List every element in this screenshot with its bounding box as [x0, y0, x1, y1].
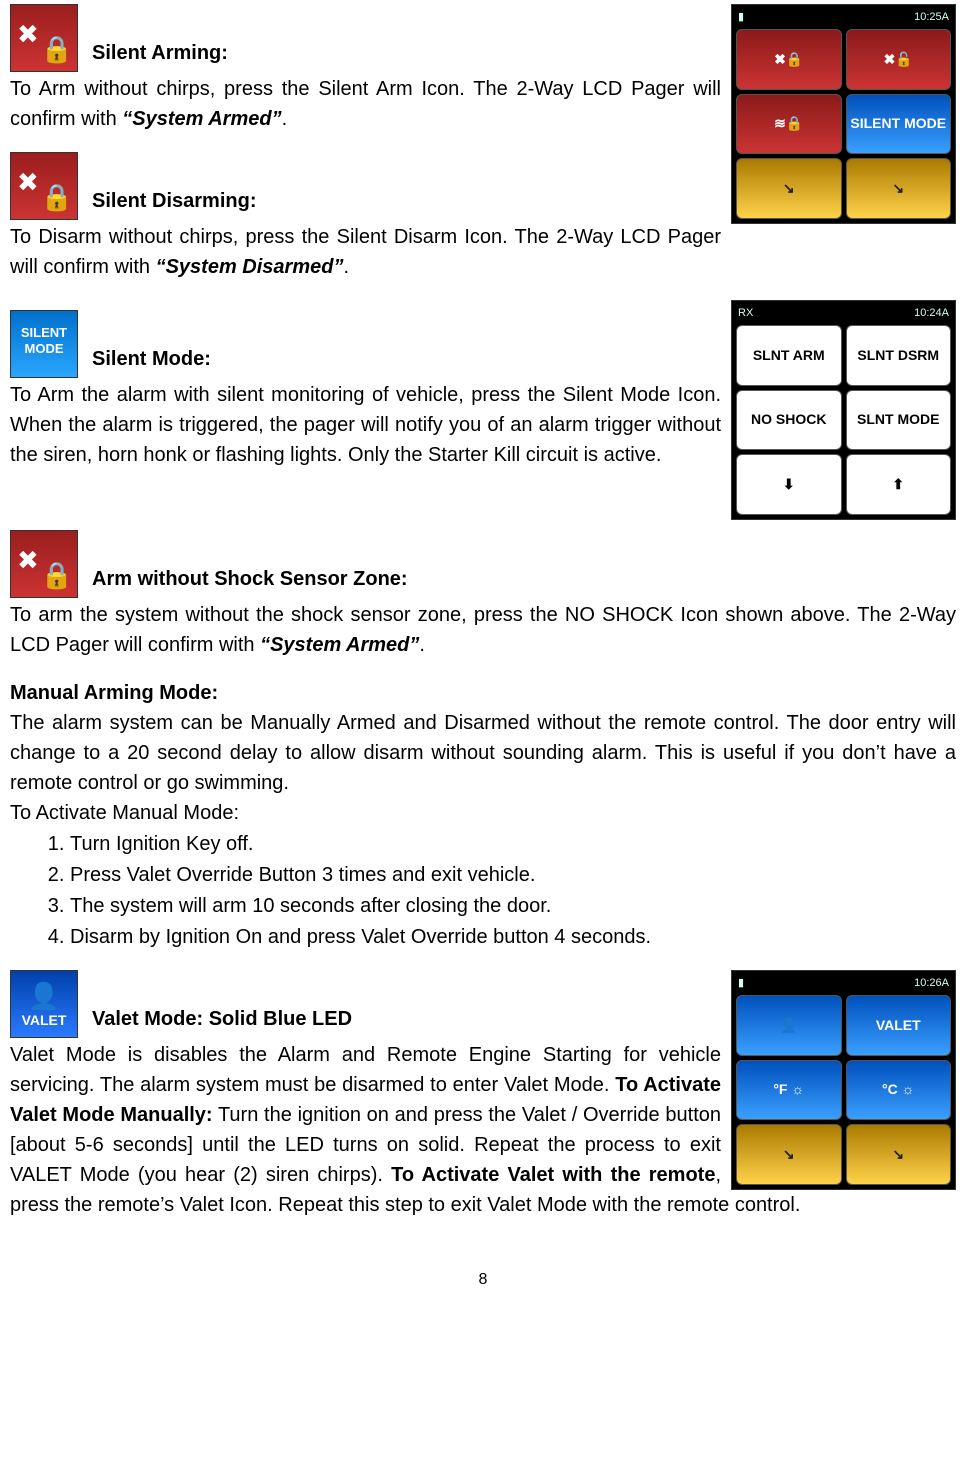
pager-statusbar: RX 10:24A [736, 305, 951, 325]
list-item: Disarm by Ignition On and press Valet Ov… [70, 922, 956, 952]
silent-disarm-icon [10, 152, 78, 220]
paragraph-silent-disarming: To Disarm without chirps, press the Sile… [10, 222, 956, 282]
pager-time: 10:26A [914, 975, 949, 993]
heading-manual-arming: Manual Arming Mode: [10, 682, 218, 704]
valet-icon [10, 970, 78, 1038]
pager-screenshot-3: ▮ 10:26A 👤 VALET °F ☼ °C ☼ ↘ ↘ [731, 970, 956, 1190]
pager-cell-down-left: ↘ [736, 158, 842, 219]
heading-arm-no-shock: Arm without Shock Sensor Zone: [92, 564, 408, 598]
pager-cell-silent-arm: ✖🔒 [736, 29, 842, 90]
silent-mode-icon [10, 310, 78, 378]
text: . [419, 634, 425, 656]
list-item: The system will arm 10 seconds after clo… [70, 891, 956, 921]
text: . [282, 108, 288, 130]
pager-statusbar: ▮ 10:25A [736, 9, 951, 29]
pager-cell-no-shock: NO SHOCK [736, 390, 842, 451]
heading-silent-arming: Silent Arming: [92, 38, 228, 72]
page-number: 8 [10, 1268, 956, 1292]
manual-mode-activate-label: To Activate Manual Mode: [10, 798, 956, 828]
pager-cell-valet: VALET [846, 995, 952, 1056]
pager-cell-temp-f: °F ☼ [736, 1060, 842, 1121]
signal-icon: ▮ [738, 975, 744, 993]
paragraph-arm-no-shock: To arm the system without the shock sens… [10, 600, 956, 660]
no-shock-arm-icon [10, 530, 78, 598]
list-item: Press Valet Override Button 3 times and … [70, 860, 956, 890]
pager-statusbar: ▮ 10:26A [736, 975, 951, 995]
pager-cell-down-left: ↘ [736, 1124, 842, 1185]
pager-cell-silent-disarm: ✖🔓 [846, 29, 952, 90]
pager-cell-slnt-mode: SLNT MODE [846, 390, 952, 451]
text: To Disarm without chirps, press the Sile… [10, 226, 721, 278]
silent-arm-icon [10, 4, 78, 72]
pager-cell-slnt-dsrm: SLNT DSRM [846, 325, 952, 386]
pager-cell-slnt-arm: SLNT ARM [736, 325, 842, 386]
text: To arm the system without the shock sens… [10, 604, 956, 656]
pager-cell-down-right: ↘ [846, 1124, 952, 1185]
heading-valet-mode: Valet Mode: Solid Blue LED [92, 1004, 352, 1038]
pager-cell-no-shock: ≋🔒 [736, 94, 842, 155]
pager-cell-down-right: ↘ [846, 158, 952, 219]
text-emphasis: “System Armed” [122, 108, 281, 130]
heading-silent-mode: Silent Mode: [92, 344, 211, 378]
text: To Arm without chirps, press the Silent … [10, 78, 721, 130]
pager-cell-arrow-down: ⬇ [736, 454, 842, 515]
heading-silent-disarming: Silent Disarming: [92, 186, 256, 220]
text-emphasis: “System Disarmed” [156, 256, 344, 278]
text: . [343, 256, 349, 278]
pager-time: 10:24A [914, 305, 949, 323]
pager-cell-temp-c: °C ☼ [846, 1060, 952, 1121]
rx-indicator: RX [738, 305, 753, 323]
pager-cell-arrow-up: ⬆ [846, 454, 952, 515]
list-item: Turn Ignition Key off. [70, 829, 956, 859]
manual-mode-steps: Turn Ignition Key off. Press Valet Overr… [10, 829, 956, 952]
text-bold: To Activate Valet with the remote [391, 1164, 715, 1186]
pager-time: 10:25A [914, 9, 949, 27]
paragraph-manual-arming-intro: The alarm system can be Manually Armed a… [10, 708, 956, 798]
pager-cell-profile: 👤 [736, 995, 842, 1056]
text-emphasis: “System Armed” [260, 634, 419, 656]
pager-screenshot-2: RX 10:24A SLNT ARM SLNT DSRM NO SHOCK SL… [731, 300, 956, 520]
signal-icon: ▮ [738, 9, 744, 27]
pager-cell-silent-mode: SILENT MODE [846, 94, 952, 155]
pager-screenshot-1: ▮ 10:25A ✖🔒 ✖🔓 ≋🔒 SILENT MODE ↘ ↘ [731, 4, 956, 224]
